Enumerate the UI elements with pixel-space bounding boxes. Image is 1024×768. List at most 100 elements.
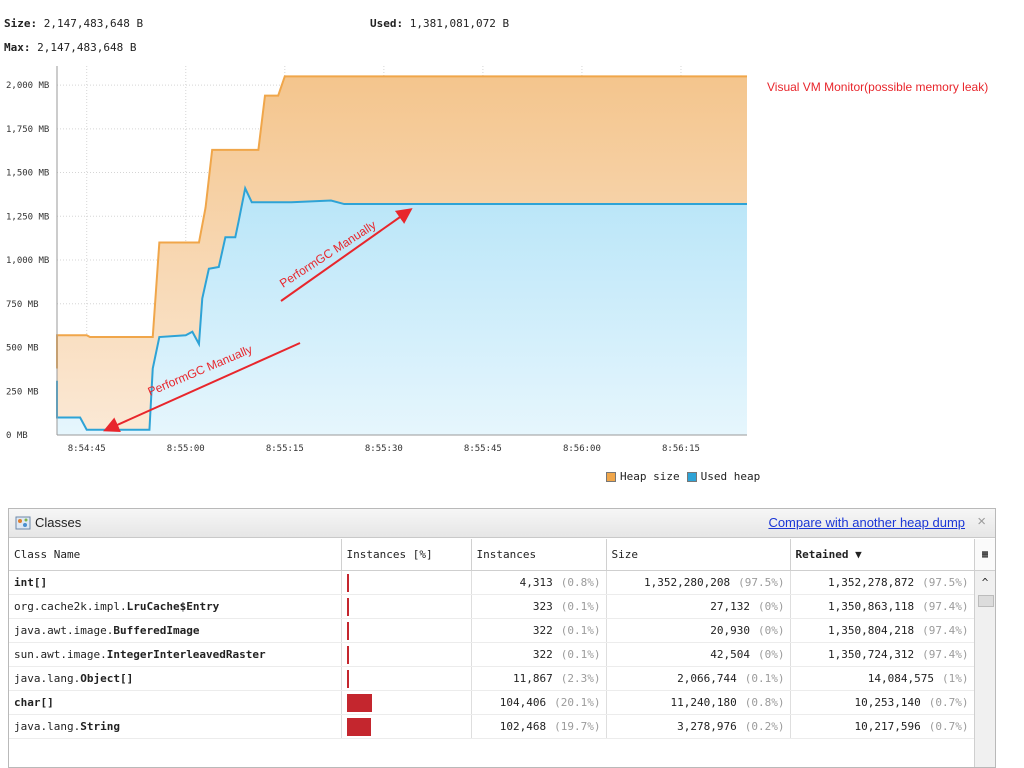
compare-heap-dump-link[interactable]: Compare with another heap dump — [768, 515, 965, 530]
size-cell: 20,930 (0%) — [606, 618, 791, 643]
size-cell-percent: (0.1%) — [744, 672, 785, 685]
instances-cell-percent: (19.7%) — [554, 720, 601, 733]
table-scrollbar[interactable]: ▦ ^ — [974, 539, 995, 767]
size-cell-percent: (0.8%) — [744, 696, 785, 709]
instances-bar — [346, 621, 349, 640]
instances-cell: 322 (0.1%) — [471, 618, 607, 643]
table-row[interactable]: char[] 104,406 (20.1%) 11,240,180 (0.8%) 10,2… — [9, 690, 975, 715]
legend-heap-size: Heap size — [620, 470, 680, 483]
retained-cell: 14,084,575 (1%) — [790, 666, 975, 691]
classes-title: Classes — [35, 515, 82, 530]
instances-cell-value: 4,313 — [519, 576, 553, 589]
class-name-cell: char[] — [9, 690, 342, 715]
retained-cell-percent: (97.5%) — [922, 576, 969, 589]
size-cell-value: 1,352,280,208 — [644, 576, 731, 589]
size-value: 2,147,483,648 B — [43, 17, 144, 30]
retained-cell-value: 10,217,596 — [854, 720, 921, 733]
retained-cell-percent: (97.4%) — [922, 648, 969, 661]
used-stat: Used: 1,381,081,072 B — [370, 17, 509, 30]
table-row[interactable]: sun.awt.image.IntegerInterleavedRaster 32… — [9, 642, 975, 667]
instances-bar-cell — [341, 714, 472, 739]
size-label: Size: — [4, 17, 38, 30]
size-cell: 42,504 (0%) — [606, 642, 791, 667]
col-size[interactable]: Size — [606, 539, 791, 571]
table-header-row: Class Name Instances [%] Instances Size … — [9, 539, 975, 571]
table-row[interactable]: int[] 4,313 (0.8%) 1,352,280,208 (97.5%) 1,35… — [9, 570, 975, 595]
y-tick-label: 750 MB — [6, 300, 39, 310]
instances-cell-value: 322 — [532, 624, 553, 637]
y-tick-label: 250 MB — [6, 387, 39, 397]
scroll-thumb[interactable] — [978, 595, 994, 607]
y-tick-label: 0 MB — [6, 431, 28, 441]
col-class-name[interactable]: Class Name — [9, 539, 342, 571]
class-name-cell: java.lang.Object[] — [9, 666, 342, 691]
size-cell: 3,278,976 (0.2%) — [606, 714, 791, 739]
col-instances-pct[interactable]: Instances [%] — [341, 539, 472, 571]
instances-bar-cell — [341, 570, 472, 595]
class-simple-name: String — [80, 720, 120, 733]
x-tick-label: 8:55:00 — [167, 444, 205, 454]
size-stat: Size: 2,147,483,648 B — [4, 17, 143, 30]
heap-chart: 0 MB 250 MB 500 MB 750 MB 1,000 MB 1,250 MB 1,… — [6, 66, 747, 454]
col-instances[interactable]: Instances — [471, 539, 607, 571]
table-row[interactable]: org.cache2k.impl.LruCache$Entry 323 (0.1%)… — [9, 594, 975, 619]
instances-cell-value: 102,468 — [499, 720, 547, 733]
size-cell: 2,066,744 (0.1%) — [606, 666, 791, 691]
y-tick-label: 1,750 MB — [6, 125, 49, 135]
classes-panel-header: Classes Compare with another heap dump × — [9, 509, 995, 538]
y-tick-label: 500 MB — [6, 344, 39, 354]
x-tick-label: 8:55:30 — [365, 444, 403, 454]
retained-cell-value: 1,352,278,872 — [828, 576, 915, 589]
size-cell-value: 20,930 — [710, 624, 750, 637]
class-name-cell: java.lang.String — [9, 714, 342, 739]
close-icon[interactable]: × — [977, 513, 986, 530]
retained-cell-percent: (97.4%) — [922, 624, 969, 637]
table-row[interactable]: java.awt.image.BufferedImage 322 (0.1%) 20,… — [9, 618, 975, 643]
size-cell: 11,240,180 (0.8%) — [606, 690, 791, 715]
class-name-cell: int[] — [9, 570, 342, 595]
retained-cell: 10,253,140 (0.7%) — [790, 690, 975, 715]
column-chooser-icon[interactable]: ▦ — [975, 539, 995, 571]
instances-cell: 11,867 (2.3%) — [471, 666, 607, 691]
instances-bar-cell — [341, 642, 472, 667]
instances-bar — [346, 597, 349, 616]
chart-legend: Heap size Used heap — [606, 470, 760, 483]
class-simple-name: LruCache$Entry — [126, 600, 220, 613]
scroll-up-icon[interactable]: ^ — [975, 572, 995, 592]
class-package: org.cache2k.impl. — [14, 600, 127, 613]
class-name-cell: java.awt.image.BufferedImage — [9, 618, 342, 643]
instances-cell-percent: (20.1%) — [554, 696, 601, 709]
class-package: sun.awt.image. — [14, 648, 107, 661]
x-tick-label: 8:54:45 — [68, 444, 106, 454]
table-row[interactable]: java.lang.String 102,468 (19.7%) 3,278,976 (… — [9, 714, 975, 739]
size-cell-value: 2,066,744 — [677, 672, 737, 685]
instances-cell: 322 (0.1%) — [471, 642, 607, 667]
used-heap-swatch — [686, 471, 697, 482]
class-package: java.lang. — [14, 720, 81, 733]
instances-cell-value: 322 — [532, 648, 553, 661]
max-stat: Max: 2,147,483,648 B — [4, 41, 136, 54]
retained-cell-value: 1,350,804,218 — [828, 624, 915, 637]
instances-bar-cell — [341, 618, 472, 643]
retained-cell: 1,350,724,312 (97.4%) — [790, 642, 975, 667]
retained-cell-value: 1,350,724,312 — [828, 648, 915, 661]
y-tick-label: 1,500 MB — [6, 169, 49, 179]
instances-bar — [346, 717, 372, 736]
classes-table: Class Name Instances [%] Instances Size … — [9, 539, 975, 739]
col-retained[interactable]: Retained ▼ — [790, 539, 975, 571]
instances-bar — [346, 693, 372, 712]
retained-cell-percent: (0.7%) — [928, 696, 969, 709]
size-cell-percent: (0.2%) — [744, 720, 785, 733]
classes-icon — [15, 516, 31, 530]
instances-cell: 4,313 (0.8%) — [471, 570, 607, 595]
class-simple-name: Object[] — [80, 672, 134, 685]
table-row[interactable]: java.lang.Object[] 11,867 (2.3%) 2,066,744 (… — [9, 666, 975, 691]
instances-bar — [346, 645, 349, 664]
y-axis: 0 MB 250 MB 500 MB 750 MB 1,000 MB 1,250 MB 1,… — [6, 66, 58, 441]
class-package: java.awt.image. — [14, 624, 114, 637]
class-simple-name: int[] — [14, 576, 48, 589]
heap-size-swatch — [606, 471, 616, 482]
x-tick-label: 8:55:15 — [266, 444, 304, 454]
size-cell: 27,132 (0%) — [606, 594, 791, 619]
instances-cell: 104,406 (20.1%) — [471, 690, 607, 715]
